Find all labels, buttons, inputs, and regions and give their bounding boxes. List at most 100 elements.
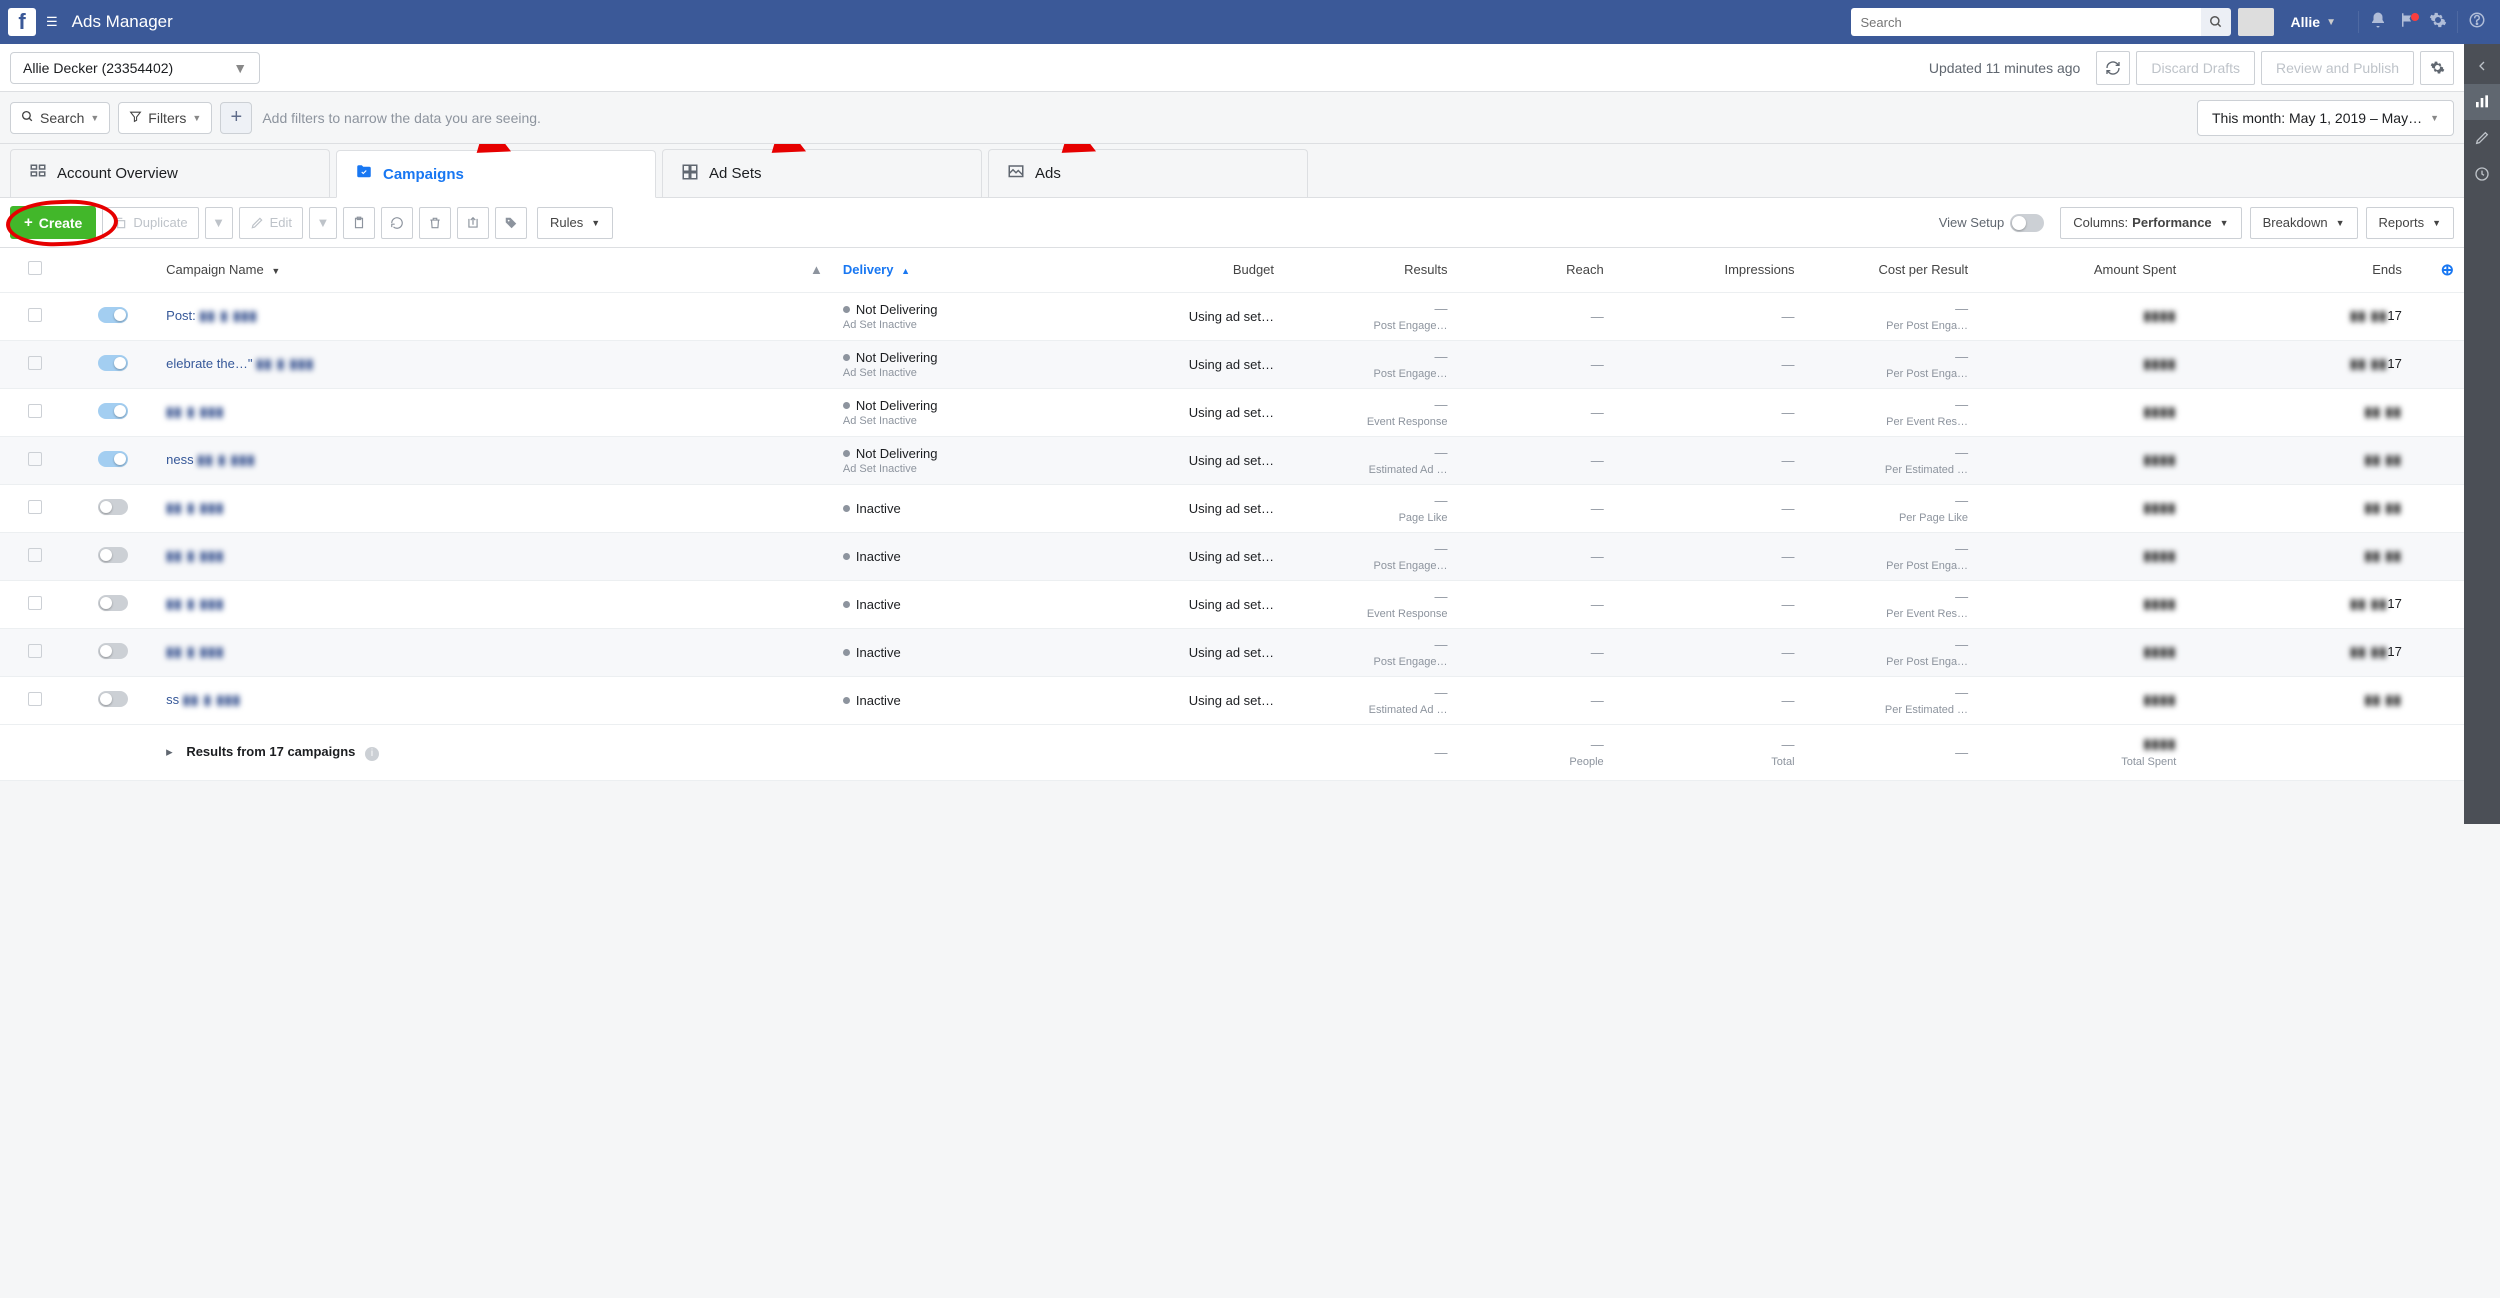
campaign-name-cell[interactable]: ss ▮▮ ▮ ▮▮▮ (156, 676, 781, 724)
user-name[interactable]: Allie (2291, 14, 2321, 30)
chevron-down-icon[interactable]: ▼ (2326, 17, 2336, 28)
search-button[interactable] (2201, 8, 2231, 36)
row-checkbox[interactable] (28, 404, 42, 418)
discard-drafts-button[interactable]: Discard Drafts (2136, 51, 2255, 85)
column-header-name[interactable]: Campaign Name ▼ (156, 248, 781, 292)
account-selector[interactable]: Allie Decker (23354402) ▼ (10, 52, 260, 84)
settings-button[interactable] (2420, 51, 2454, 85)
spent-cell: ▮▮▮▮ (1978, 292, 2186, 340)
row-checkbox[interactable] (28, 548, 42, 562)
campaign-name-cell[interactable]: ▮▮ ▮ ▮▮▮ (156, 484, 781, 532)
refresh-button[interactable] (2096, 51, 2130, 85)
chevron-right-icon[interactable]: ▸ (166, 744, 173, 760)
rules-button[interactable]: Rules ▼ (537, 207, 613, 239)
campaign-name-cell[interactable]: ▮▮ ▮ ▮▮▮ (156, 580, 781, 628)
row-toggle[interactable] (98, 355, 128, 371)
flag-icon[interactable] (2393, 11, 2423, 34)
campaign-name-cell[interactable]: ness ▮▮ ▮ ▮▮▮ (156, 436, 781, 484)
row-checkbox[interactable] (28, 308, 42, 322)
tab-adsets[interactable]: Ad Sets (662, 149, 982, 197)
column-header-ends[interactable]: Ends (2186, 248, 2412, 292)
table-row[interactable]: ness ▮▮ ▮ ▮▮▮ Not DeliveringAd Set Inact… (0, 436, 2464, 484)
info-icon[interactable]: i (365, 747, 379, 761)
column-header-cpr[interactable]: Cost per Result (1805, 248, 1979, 292)
row-checkbox[interactable] (28, 692, 42, 706)
campaign-name-cell[interactable]: ▮▮ ▮ ▮▮▮ (156, 388, 781, 436)
search-pill[interactable]: Search ▼ (10, 102, 110, 134)
reach-cell: — (1458, 340, 1614, 388)
rail-edit-icon[interactable] (2464, 120, 2500, 156)
revert-button[interactable] (381, 207, 413, 239)
date-range-picker[interactable]: This month: May 1, 2019 – May… ▼ (2197, 100, 2454, 136)
row-toggle[interactable] (98, 643, 128, 659)
row-checkbox[interactable] (28, 596, 42, 610)
row-toggle[interactable] (98, 307, 128, 323)
column-header-reach[interactable]: Reach (1458, 248, 1614, 292)
table-row[interactable]: ▮▮ ▮ ▮▮▮ Inactive Using ad set… —Page Li… (0, 484, 2464, 532)
tab-label: Ad Sets (709, 165, 762, 182)
table-row[interactable]: elebrate the…" ▮▮ ▮ ▮▮▮ Not DeliveringAd… (0, 340, 2464, 388)
table-row[interactable]: ▮▮ ▮ ▮▮▮ Not DeliveringAd Set Inactive U… (0, 388, 2464, 436)
table-row[interactable]: ▮▮ ▮ ▮▮▮ Inactive Using ad set… —Event R… (0, 580, 2464, 628)
column-header-results[interactable]: Results (1284, 248, 1458, 292)
table-row[interactable]: ▮▮ ▮ ▮▮▮ Inactive Using ad set… —Post En… (0, 628, 2464, 676)
clipboard-button[interactable] (343, 207, 375, 239)
rail-collapse-icon[interactable] (2464, 48, 2500, 84)
export-button[interactable] (457, 207, 489, 239)
ends-cell: ▮▮ ▮▮ (2186, 532, 2412, 580)
rail-charts-icon[interactable] (2464, 84, 2500, 120)
delete-button[interactable] (419, 207, 451, 239)
row-checkbox[interactable] (28, 452, 42, 466)
toggle-switch[interactable] (2010, 214, 2044, 232)
add-column-button[interactable]: ⊕ (2441, 262, 2454, 279)
row-toggle[interactable] (98, 595, 128, 611)
tab-label: Ads (1035, 165, 1061, 182)
row-toggle[interactable] (98, 403, 128, 419)
edit-button[interactable]: Edit (239, 207, 303, 239)
column-header-spent[interactable]: Amount Spent (1978, 248, 2186, 292)
tab-campaigns[interactable]: Campaigns (336, 150, 656, 198)
avatar-group[interactable] (2241, 8, 2281, 36)
row-checkbox[interactable] (28, 644, 42, 658)
row-checkbox[interactable] (28, 500, 42, 514)
campaign-name-cell[interactable]: elebrate the…" ▮▮ ▮ ▮▮▮ (156, 340, 781, 388)
table-row[interactable]: ▮▮ ▮ ▮▮▮ Inactive Using ad set… —Post En… (0, 532, 2464, 580)
create-button[interactable]: + Create (10, 206, 96, 239)
results-cell: —Event Response (1284, 388, 1458, 436)
column-header-delivery[interactable]: Delivery ▲ (833, 248, 1093, 292)
tab-account-overview[interactable]: Account Overview (10, 149, 330, 197)
row-toggle[interactable] (98, 547, 128, 563)
columns-button[interactable]: Columns: Performance ▼ (2060, 207, 2241, 239)
filters-pill[interactable]: Filters ▼ (118, 102, 212, 134)
facebook-logo[interactable]: f (8, 8, 36, 36)
bell-icon[interactable] (2363, 11, 2393, 34)
help-icon[interactable] (2462, 11, 2492, 34)
duplicate-caret[interactable]: ▼ (205, 207, 233, 239)
edit-caret[interactable]: ▼ (309, 207, 337, 239)
hamburger-icon[interactable]: ☰ (46, 14, 58, 30)
column-header-impressions[interactable]: Impressions (1614, 248, 1805, 292)
campaign-name-cell[interactable]: ▮▮ ▮ ▮▮▮ (156, 628, 781, 676)
search-input[interactable] (1851, 8, 2201, 36)
row-toggle[interactable] (98, 691, 128, 707)
campaign-name-cell[interactable]: ▮▮ ▮ ▮▮▮ (156, 532, 781, 580)
row-checkbox[interactable] (28, 356, 42, 370)
table-row[interactable]: ss ▮▮ ▮ ▮▮▮ Inactive Using ad set… —Esti… (0, 676, 2464, 724)
reports-button[interactable]: Reports ▼ (2366, 207, 2454, 239)
add-filter-button[interactable]: + (220, 102, 252, 134)
tab-ads[interactable]: Ads (988, 149, 1308, 197)
impressions-cell: — (1614, 484, 1805, 532)
rail-history-icon[interactable] (2464, 156, 2500, 192)
breakdown-button[interactable]: Breakdown ▼ (2250, 207, 2358, 239)
campaign-name-cell[interactable]: Post: ▮▮ ▮ ▮▮▮ (156, 292, 781, 340)
column-header-budget[interactable]: Budget (1093, 248, 1284, 292)
view-setup-toggle[interactable]: View Setup (1939, 214, 2045, 232)
table-row[interactable]: Post: ▮▮ ▮ ▮▮▮ Not DeliveringAd Set Inac… (0, 292, 2464, 340)
select-all-checkbox[interactable] (28, 261, 42, 275)
gear-icon[interactable] (2423, 11, 2453, 34)
row-toggle[interactable] (98, 499, 128, 515)
review-publish-button[interactable]: Review and Publish (2261, 51, 2414, 85)
duplicate-button[interactable]: Duplicate (102, 207, 198, 239)
tag-button[interactable] (495, 207, 527, 239)
row-toggle[interactable] (98, 451, 128, 467)
